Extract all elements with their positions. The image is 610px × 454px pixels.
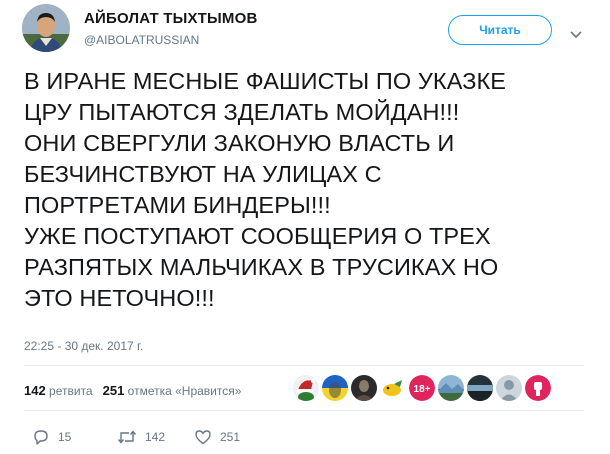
author-avatar[interactable] [22,4,70,52]
likes-label: отметка «Нравится» [127,384,242,398]
red-fist-avatar[interactable] [525,375,551,401]
default-user-avatar[interactable] [496,375,522,401]
tweet-timestamp[interactable]: 22:25 - 30 дек. 2017 г. [24,339,143,353]
ukraine-flag-avatar[interactable] [322,375,348,401]
retweets-label: ретвита [49,384,93,398]
likes-stat[interactable]: 251 отметка «Нравится» [102,383,242,398]
landscape-avatar[interactable] [438,375,464,401]
tweet-card: АЙБОЛАТ ТЫХТЫМОВ @AIBOLATRUSSIAN Читать … [0,0,610,454]
retweets-count: 142 [24,383,46,398]
reply-count: 15 [58,430,72,444]
heart-icon [194,429,212,445]
divider-bottom [24,410,584,411]
likes-count: 251 [102,383,125,398]
liker-avatars: 18+ [293,375,551,401]
tweet-stats: 142 ретвита 251 отметка «Нравится» [24,383,241,398]
reply-icon [32,429,50,445]
retweets-stat[interactable]: 142 ретвита [24,383,93,398]
retweet-icon [117,429,137,445]
reply-button[interactable]: 15 [32,429,117,445]
author-handle[interactable]: @AIBOLATRUSSIAN [84,33,199,47]
like-count: 251 [220,430,241,444]
divider-top [24,365,584,366]
badge-18-plus-label: 18+ [414,384,431,395]
santa-hat-avatar[interactable] [293,375,319,401]
tweet-text: В ИРАНЕ МЕСНЫЕ ФАШИСТЫ ПО УКАЗКЕ ЦРУ ПЫТ… [24,68,507,311]
tweet-actions: 15 142 251 [32,427,240,447]
18-plus-badge-avatar[interactable]: 18+ [409,375,435,401]
retweet-count: 142 [145,430,166,444]
dark-portrait-avatar[interactable] [351,375,377,401]
retweet-button[interactable]: 142 [117,429,194,445]
coastline-avatar[interactable] [467,375,493,401]
author-name[interactable]: АЙБОЛАТ ТЫХТЫМОВ [84,10,258,27]
like-button[interactable]: 251 [194,429,240,445]
chevron-down-icon[interactable] [570,26,582,39]
yellow-bird-avatar[interactable] [380,375,406,401]
follow-button[interactable]: Читать [448,15,552,45]
